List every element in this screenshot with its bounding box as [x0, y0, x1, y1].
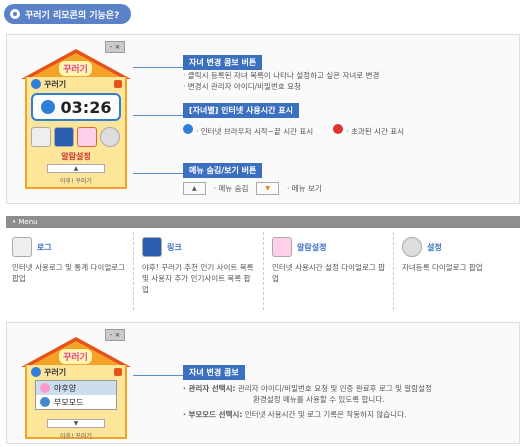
- annotation-line: · 변경시 관리자 아이디/비밀번호 요청: [183, 82, 301, 91]
- menu-toggle-button[interactable]: ▲: [47, 164, 105, 173]
- bullet-icon: [10, 9, 20, 19]
- widget-logo: 꾸러기: [59, 61, 92, 76]
- alarm-icon[interactable]: [77, 127, 97, 147]
- window-controls[interactable]: - ×: [105, 329, 125, 341]
- ie-plus-icon: [40, 100, 55, 114]
- annotation-usage: [자녀별] 인터넷 사용시간 표시 · 인터넷 브라우저 시작~끝 시간 표시 …: [183, 103, 513, 137]
- widget-footer: 아후! 꾸러기: [60, 178, 92, 185]
- ie-plus-icon: [183, 124, 193, 134]
- menu-toggle-button[interactable]: ▼: [47, 419, 105, 428]
- annotation-title: [자녀별] 인터넷 사용시간 표시: [183, 103, 299, 118]
- menu-item-alarm: 알람설정 인터넷 사용시간 설정 다이얼로그 팝업: [266, 232, 394, 310]
- dropdown-option[interactable]: 부모모드: [36, 395, 116, 409]
- window-controls[interactable]: - ×: [105, 41, 125, 53]
- widget-body: 꾸러기 03:26 알람설정 ▲ 아후! 꾸러기: [25, 77, 127, 189]
- ie-icon: [31, 79, 41, 89]
- connector: [133, 115, 183, 116]
- menu-item-desc: 인터넷 사용시간 설정 다이얼로그 팝업: [272, 263, 386, 283]
- annotation-line: · 클릭시 등록된 자녀 목록이 나타나 설정하고 싶은 자녀로 변경: [183, 71, 380, 80]
- menu-item-link: 링크 야후! 꾸러기 추천 인기 사이트 목록 및 사용자 추가 인기사이트 목…: [136, 232, 264, 310]
- menu-item-title: 알람설정: [297, 242, 327, 252]
- section-title-text: 꾸러기 리모콘의 기능은?: [25, 10, 120, 21]
- remote-overview-panel: 꾸러기 - × 꾸러기 03:26 알람설정 ▲ 아후! 꾸러기 자녀 변경 콤…: [6, 34, 520, 204]
- child-avatar-icon: [40, 383, 50, 393]
- hide-button-sample: ▲: [183, 182, 206, 195]
- annotation-line: · 메뉴 보기: [287, 184, 322, 193]
- alarm-label: 알람설정: [61, 152, 91, 161]
- widget-roof: 꾸러기 - ×: [21, 327, 131, 367]
- menu-bar: • Menu: [6, 216, 520, 228]
- annotation-title: 자녀 변경 콤보: [183, 365, 245, 380]
- alarm-icon: [272, 237, 292, 257]
- menu-item-title: 링크: [167, 242, 182, 252]
- link-icon[interactable]: [54, 127, 74, 147]
- menu-item-desc: 인터넷 사용로그 및 통계 다이얼로그 팝업: [12, 263, 126, 283]
- menu-item-title: 로그: [37, 242, 52, 252]
- settings-icon[interactable]: [100, 127, 120, 147]
- annotation-title: 메뉴 숨김/보기 버튼: [183, 163, 263, 178]
- ie-icon: [31, 367, 41, 377]
- annotation-line: · 초과된 시간 표시: [346, 127, 405, 136]
- usage-clock: 03:26: [31, 93, 121, 121]
- annotation-line: · 인터넷 브라우저 시작~끝 시간 표시: [196, 127, 314, 136]
- ie-minus-icon: [333, 124, 344, 134]
- menu-item-settings: 설정 자녀등록 다이얼로그 팝업: [396, 232, 520, 310]
- settings-icon: [402, 237, 422, 257]
- widget-roof: 꾸러기 - ×: [21, 39, 131, 79]
- annotation-title: 자녀 변경 콤보 버튼: [183, 55, 263, 70]
- widget-logo: 꾸러기: [59, 349, 92, 364]
- widget-title: 꾸러기: [44, 79, 67, 89]
- connector: [133, 67, 183, 68]
- dropdown-icon[interactable]: [114, 368, 122, 376]
- child-dropdown[interactable]: 야후양 부모모드: [35, 380, 117, 410]
- connector: [133, 173, 183, 174]
- menu-item-desc: 자녀등록 다이얼로그 팝업: [402, 263, 483, 272]
- menu-item-log: 로그 인터넷 사용로그 및 통계 다이얼로그 팝업: [6, 232, 134, 310]
- annotation-line: 인터넷 사용시간 및 로그 기록은 작동하지 않습니다.: [244, 410, 407, 419]
- menu-item-title: 설정: [427, 242, 442, 252]
- menu-icons: [27, 123, 125, 151]
- annotation-label: · 관리자 선택시:: [183, 384, 236, 393]
- annotation-child-change: 자녀 변경 콤보 버튼 · 클릭시 등록된 자녀 목록이 나타나 설정하고 싶은…: [183, 55, 379, 92]
- child-combo-panel: 꾸러기 - × 꾸러기 ▼ 아후! 꾸러기 야후양 부모모드 자녀 변경 콤보 …: [6, 322, 520, 444]
- child-combo-button[interactable]: 꾸러기: [27, 77, 125, 91]
- usage-time: 03:26: [60, 97, 112, 117]
- menu-item-desc: 야후! 꾸러기 추천 인기 사이트 목록 및 사용자 추가 인기사이트 목록 팝…: [142, 263, 254, 294]
- annotation-combo: 자녀 변경 콤보 · 관리자 선택시: 관리자 아이디/비밀번호 요청 및 인증…: [183, 365, 513, 420]
- parent-avatar-icon: [40, 397, 50, 407]
- annotation-line: · 메뉴 숨김: [213, 184, 249, 193]
- annotation-menu-toggle: 메뉴 숨김/보기 버튼 ▲ · 메뉴 숨김 ▼ · 메뉴 보기: [183, 163, 322, 195]
- log-icon: [12, 237, 32, 257]
- log-icon[interactable]: [31, 127, 51, 147]
- dropdown-option[interactable]: 야후양: [36, 381, 116, 395]
- annotation-label: · 부모모드 선택시:: [183, 410, 243, 419]
- option-label: 부모모드: [54, 397, 84, 407]
- widget-title: 꾸러기: [44, 367, 67, 377]
- child-combo-button[interactable]: 꾸러기: [27, 365, 125, 379]
- widget-footer: 아후! 꾸러기: [60, 433, 92, 440]
- link-icon: [142, 237, 162, 257]
- connector: [133, 375, 183, 376]
- annotation-line: 관리자 아이디/비밀번호 요청 및 인증 완료후 로그 및 알람설정: [237, 384, 432, 393]
- option-label: 야후양: [54, 383, 77, 393]
- dropdown-icon[interactable]: [114, 80, 122, 88]
- section-title: 꾸러기 리모콘의 기능은?: [4, 4, 132, 24]
- annotation-line: 환경설정 메뉴를 사용할 수 있도록 합니다.: [253, 395, 385, 404]
- show-button-sample: ▼: [256, 182, 280, 195]
